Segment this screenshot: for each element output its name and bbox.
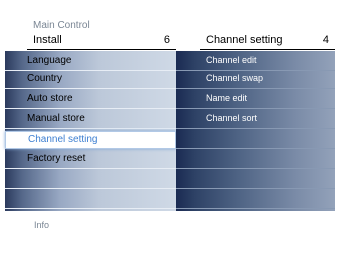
menu-item-label: Language [27,55,72,66]
submenu-item-channel-swap[interactable]: Channel swap [176,71,335,89]
submenu-item-empty [176,131,335,149]
install-header-label: Install [33,34,62,46]
menu-item-label: Auto store [27,93,73,104]
menu-item-label: Channel setting [28,134,98,145]
submenu-item-empty [176,191,335,209]
info-label: Info [34,220,50,230]
menu-item-label: Manual store [27,113,85,124]
menu-item-channel-setting[interactable]: Channel setting [5,131,176,149]
channel-setting-header-label: Channel setting [206,34,283,46]
submenu-item-channel-sort[interactable]: Channel sort [176,111,335,129]
channel-setting-header-count: 4 [322,34,329,46]
menu-item-empty [5,191,176,209]
submenu-item-label: Channel swap [206,73,264,83]
menu-item-manual-store[interactable]: Manual store [5,111,176,129]
submenu-item-empty [176,151,335,169]
submenu-item-label: Channel sort [206,113,258,123]
menu-item-country[interactable]: Country [5,71,176,89]
menu-item-auto-store[interactable]: Auto store [5,91,176,109]
menu-item-label: Country [27,73,63,84]
menu-item-language[interactable]: Language [5,53,176,71]
menu-item-label: Factory reset [27,153,86,164]
submenu-item-label: Name edit [206,93,248,103]
menu-title: Main Control [33,20,90,31]
channel-setting-header: Channel setting 4 [200,32,335,50]
menu-item-empty [5,171,176,189]
submenu-item-empty [176,171,335,189]
channel-setting-submenu-panel: Channel edit Channel swap Name edit Chan… [176,51,335,211]
submenu-item-label: Channel edit [206,55,257,65]
install-header-count: 6 [163,34,170,46]
install-header: Install 6 [27,32,176,50]
install-menu-panel: Language Country Auto store Manual store… [5,51,176,211]
menu-item-factory-reset[interactable]: Factory reset [5,151,176,169]
submenu-item-channel-edit[interactable]: Channel edit [176,53,335,71]
submenu-item-name-edit[interactable]: Name edit [176,91,335,109]
